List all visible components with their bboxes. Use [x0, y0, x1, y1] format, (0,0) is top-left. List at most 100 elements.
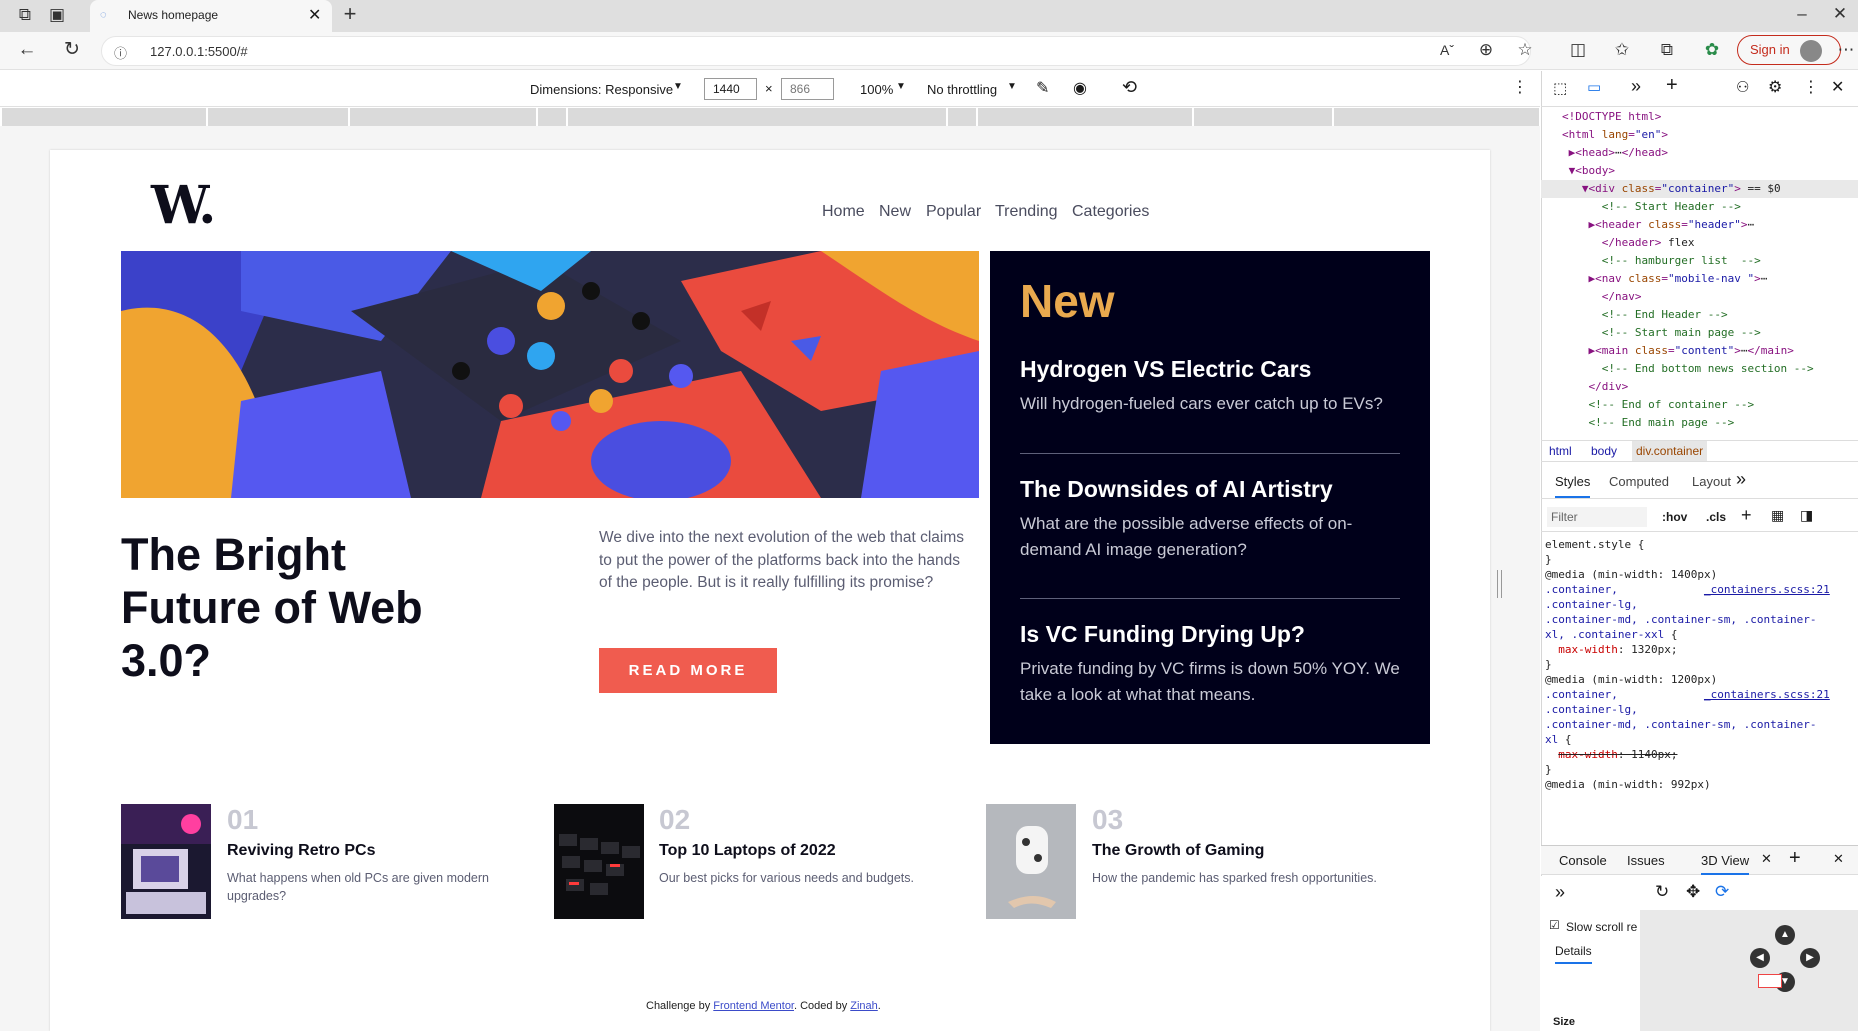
avatar[interactable] [1800, 40, 1822, 62]
tab-issues[interactable]: Issues [1627, 853, 1665, 868]
sidebar-toggle-icon[interactable]: ◨ [1800, 507, 1813, 524]
dom-tree[interactable]: <!DOCTYPE html> <html lang="en"> ▶<head>… [1562, 108, 1814, 432]
chevron-down-icon: ▼ [673, 81, 683, 92]
new-item-desc: What are the possible adverse effects of… [1020, 514, 1353, 559]
footer-text: . Coded by [794, 1000, 851, 1012]
card-number: 03 [1092, 804, 1124, 835]
close-drawer-icon[interactable]: ✕ [1833, 851, 1844, 867]
card-title[interactable]: Top 10 Laptops of 2022 [659, 842, 836, 860]
add-tab-icon[interactable]: + [1789, 847, 1801, 870]
favorite-star-icon[interactable]: ☆ [1513, 40, 1537, 62]
minimize-icon[interactable]: – [1790, 4, 1814, 26]
media-query-ruler[interactable] [2, 108, 1539, 126]
more-options-icon[interactable]: ⋮ [1512, 77, 1528, 97]
eyedropper-icon[interactable]: ✎ [1036, 78, 1049, 98]
new-item-title[interactable]: Hydrogen VS Electric Cars [1020, 356, 1311, 383]
site-logo[interactable]: W. [151, 175, 216, 236]
more-menu-icon[interactable]: ⋯ [1834, 40, 1858, 62]
card-number: 02 [659, 804, 691, 835]
more-tabs-icon[interactable]: » [1631, 76, 1641, 97]
more-tabs-icon[interactable]: » [1736, 469, 1746, 490]
refresh-icon[interactable]: ↻ [60, 40, 84, 62]
browser-tab[interactable]: ◌ News homepage ✕ [90, 0, 332, 32]
new-tab-icon[interactable]: + [338, 3, 362, 26]
dimensions-select[interactable]: Dimensions: Responsive [530, 82, 673, 97]
width-input[interactable]: 1440 [704, 78, 757, 100]
nav-popular[interactable]: Popular [926, 203, 981, 221]
favorites-icon[interactable]: ✩ [1610, 40, 1634, 62]
retro-pc-image [121, 804, 211, 919]
crumb-html[interactable]: html [1549, 444, 1572, 458]
height-input[interactable]: 866 [781, 78, 834, 100]
card-title[interactable]: The Growth of Gaming [1092, 842, 1264, 860]
rotate-icon[interactable]: ⟲ [1122, 77, 1137, 98]
slow-scroll-checkbox[interactable]: ☑ [1549, 918, 1560, 932]
add-rule-icon[interactable]: + [1741, 505, 1752, 526]
collections-icon[interactable]: ⧉ [1655, 40, 1679, 62]
vertical-tabs-icon[interactable]: ▣ [45, 5, 69, 27]
tab-console[interactable]: Console [1559, 853, 1607, 868]
right-arrow-icon[interactable]: ▶ [1800, 948, 1820, 968]
card-title[interactable]: Reviving Retro PCs [227, 842, 375, 860]
inspect-icon[interactable]: ⬚ [1553, 79, 1567, 97]
crumb-body[interactable]: body [1591, 444, 1617, 458]
tab-computed[interactable]: Computed [1609, 474, 1669, 489]
split-screen-icon[interactable]: ◫ [1566, 40, 1590, 62]
info-icon[interactable]: ⓘ [114, 43, 127, 62]
size-label: Size [1553, 1016, 1576, 1028]
up-arrow-icon[interactable]: ▲ [1775, 925, 1795, 945]
read-more-button[interactable]: READ MORE [599, 648, 777, 693]
frontend-mentor-link[interactable]: Frontend Mentor [713, 1000, 794, 1012]
share-icon[interactable]: ⚇ [1736, 78, 1749, 96]
sensors-icon[interactable]: ◉ [1073, 78, 1087, 98]
cls-toggle[interactable]: .cls [1706, 510, 1726, 524]
gaming-controller-image [986, 804, 1076, 919]
crumb-container[interactable]: div.container [1632, 441, 1708, 461]
read-aloud-icon[interactable]: Aˇ [1435, 40, 1459, 62]
tab-favicon: ◌ [100, 9, 107, 21]
more-icon[interactable]: ⋮ [1803, 77, 1819, 97]
reset-view-icon[interactable]: ↻ [1655, 882, 1669, 902]
nav-trending[interactable]: Trending [995, 203, 1058, 221]
close-icon[interactable]: ✕ [1831, 77, 1844, 97]
author-link[interactable]: Zinah [850, 1000, 878, 1012]
add-tab-icon[interactable]: + [1666, 74, 1678, 97]
expand-icon[interactable]: » [1555, 882, 1565, 903]
nav-new[interactable]: New [879, 203, 911, 221]
footer-text: Challenge by [646, 1000, 714, 1012]
left-arrow-icon[interactable]: ◀ [1750, 948, 1770, 968]
tab-layout[interactable]: Layout [1692, 474, 1731, 489]
close-tab-icon[interactable]: ✕ [308, 5, 321, 25]
times-symbol: × [765, 81, 773, 96]
3d-canvas[interactable]: ▲ ◀ ▶ ▼ [1640, 910, 1858, 1031]
details-tab[interactable]: Details [1555, 944, 1592, 964]
filter-input[interactable]: Filter [1547, 507, 1647, 527]
gear-icon[interactable]: ⚙ [1768, 77, 1782, 97]
rotate-view-icon[interactable]: ⟳ [1715, 882, 1729, 902]
workspaces-icon[interactable]: ⧉ [13, 5, 37, 27]
address-bar[interactable]: ⓘ 127.0.0.1:5500/# [101, 36, 1531, 66]
tab-3d-view[interactable]: 3D View [1701, 853, 1750, 875]
headline: The Bright Future of Web 3.0? [121, 529, 423, 686]
extensions-icon[interactable]: ✿ [1700, 40, 1724, 62]
close-tab-icon[interactable]: ✕ [1761, 851, 1772, 867]
new-item-title[interactable]: Is VC Funding Drying Up? [1020, 621, 1305, 648]
tab-styles[interactable]: Styles [1555, 474, 1591, 498]
zoom-select[interactable]: 100% [860, 82, 893, 97]
resize-handle[interactable] [1497, 570, 1502, 598]
device-mode-icon[interactable]: ▭ [1587, 78, 1601, 96]
paint-icon[interactable]: ▦ [1771, 507, 1784, 524]
back-icon[interactable]: ← [15, 40, 39, 62]
chevron-down-icon: ▼ [1007, 81, 1017, 92]
close-window-icon[interactable]: ✕ [1828, 4, 1852, 26]
nav-categories[interactable]: Categories [1072, 203, 1149, 221]
laptop-keyboard-image [554, 804, 644, 919]
css-rules[interactable]: element.style { } @media (min-width: 140… [1545, 537, 1830, 792]
new-item-title[interactable]: The Downsides of AI Artistry [1020, 476, 1333, 503]
zoom-icon[interactable]: ⊕ [1474, 40, 1498, 62]
throttling-select[interactable]: No throttling [927, 82, 997, 97]
sign-in-button[interactable]: Sign in [1737, 35, 1841, 65]
pan-icon[interactable]: ✥ [1686, 882, 1700, 902]
nav-home[interactable]: Home [822, 203, 865, 221]
hov-toggle[interactable]: :hov [1662, 510, 1687, 524]
